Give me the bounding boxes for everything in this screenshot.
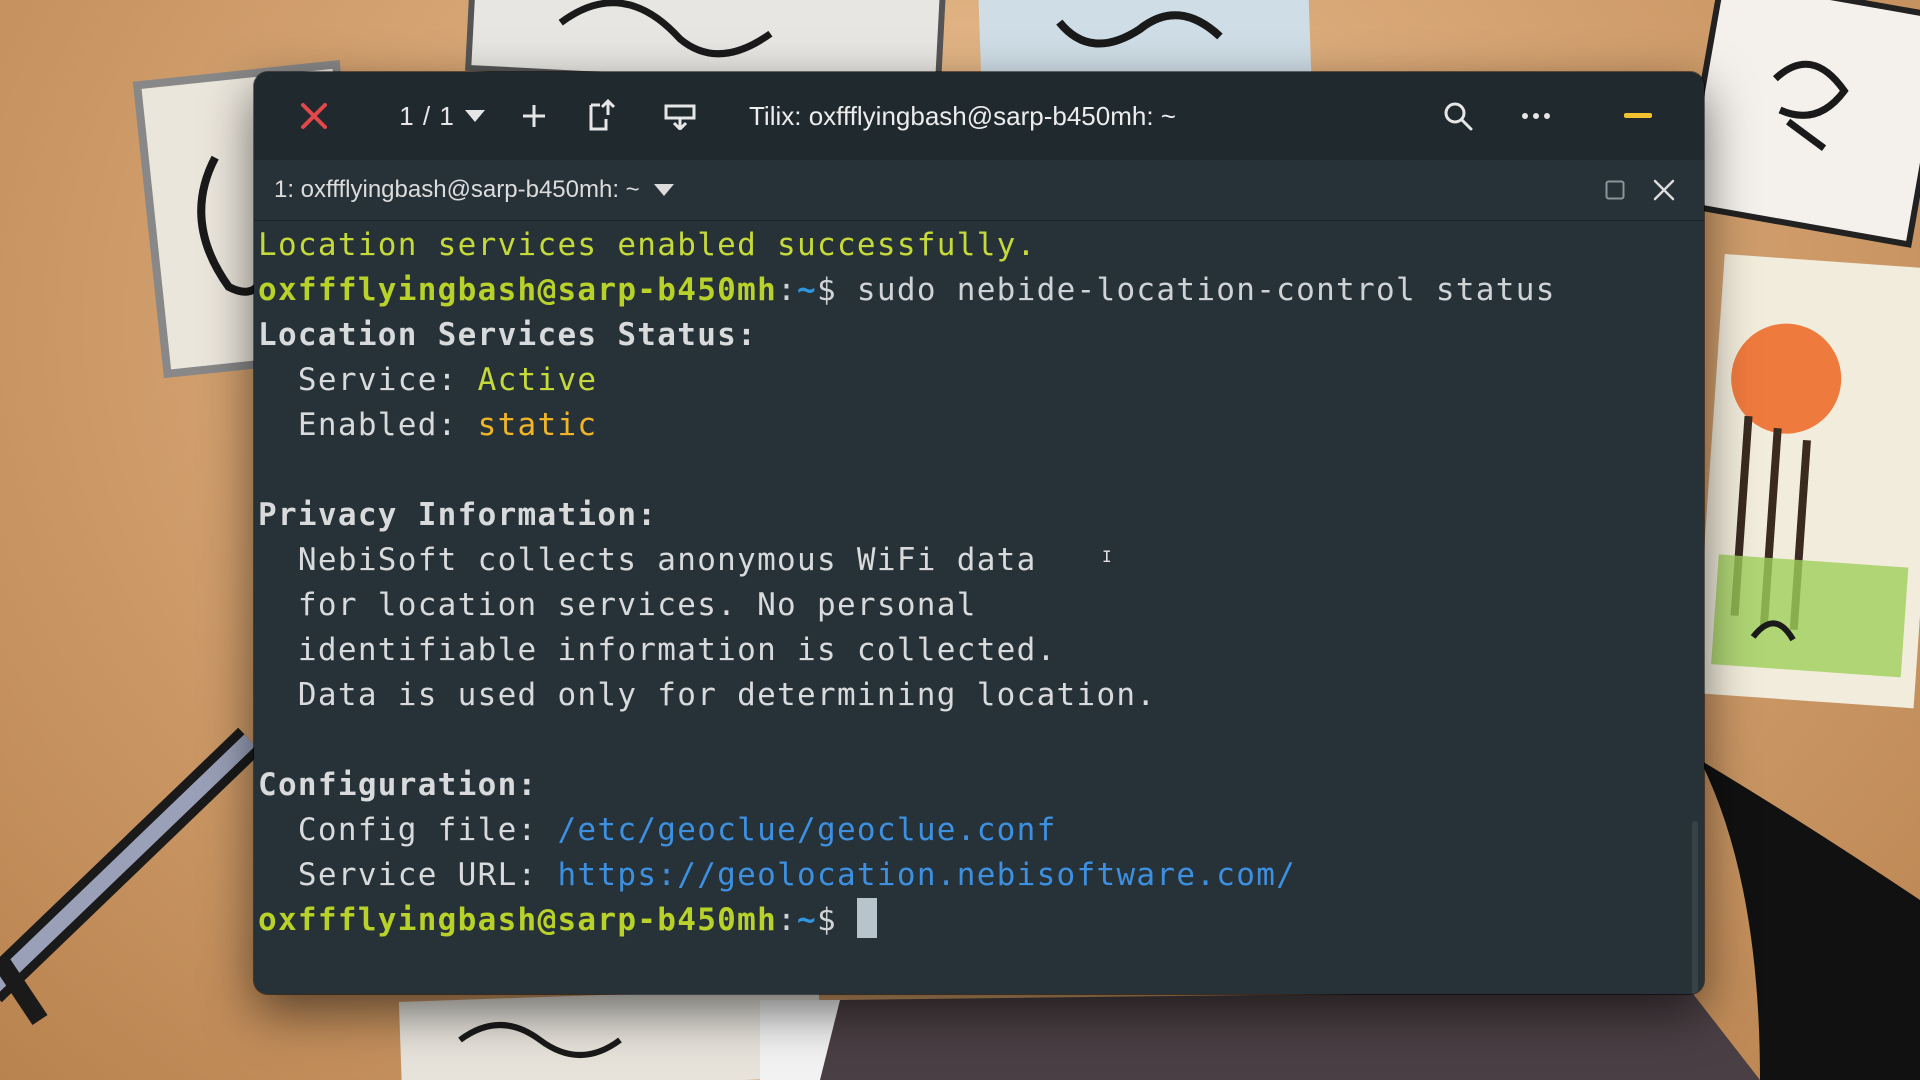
config-file-label: Config file: xyxy=(258,812,558,848)
minimize-icon xyxy=(1624,113,1652,118)
config-heading: Configuration: xyxy=(258,767,538,803)
success-line: Location services enabled successfully. xyxy=(258,227,1037,263)
split-vertical-button[interactable] xyxy=(656,94,704,138)
privacy-line-3: identifiable information is collected. xyxy=(258,632,1057,668)
minimize-button[interactable] xyxy=(1616,94,1660,138)
split-horizontal-icon xyxy=(589,99,616,131)
enabled-label: Enabled: xyxy=(258,407,478,443)
prompt-separator: : xyxy=(777,902,798,938)
plus-icon xyxy=(523,105,545,127)
more-icon xyxy=(1522,113,1550,119)
terminal-output[interactable]: Location services enabled successfully. … xyxy=(254,221,1704,994)
split-vertical-icon xyxy=(664,104,696,130)
service-url-label: Service URL: xyxy=(258,857,558,893)
enabled-value: static xyxy=(477,407,598,443)
config-file-link[interactable]: /etc/geoclue/geoclue.conf xyxy=(557,812,1056,848)
enabled-line: Enabled: static xyxy=(258,403,597,448)
privacy-heading: Privacy Information: xyxy=(258,497,658,533)
maximize-terminal-button[interactable] xyxy=(1600,174,1630,206)
active-prompt-line[interactable]: oxffflyingbash@sarp-b450mh:~$ xyxy=(258,898,877,943)
maximize-icon xyxy=(1605,180,1625,200)
terminal-title-button[interactable]: 1: oxffflyingbash@sarp-b450mh: ~ xyxy=(274,170,674,210)
command-line: oxffflyingbash@sarp-b450mh:~$ sudo nebid… xyxy=(258,268,1556,313)
close-icon xyxy=(301,103,327,129)
privacy-line-2: for location services. No personal xyxy=(258,587,977,623)
prompt-path: ~ xyxy=(797,902,817,938)
terminal-title-bar: 1: oxffflyingbash@sarp-b450mh: ~ xyxy=(254,160,1704,221)
search-button[interactable] xyxy=(1436,94,1480,138)
close-terminal-button[interactable] xyxy=(1646,172,1682,208)
prompt-separator: : xyxy=(777,272,798,308)
prompt-user: oxffflyingbash@sarp-b450mh xyxy=(258,902,778,938)
service-line: Service: Active xyxy=(258,358,597,403)
privacy-line-4: Data is used only for determining locati… xyxy=(258,677,1157,713)
prompt-symbol: $ xyxy=(817,902,837,938)
config-file-line: Config file: /etc/geoclue/geoclue.conf xyxy=(258,808,1057,853)
service-url-line: Service URL: https://geolocation.nebisof… xyxy=(258,853,1296,898)
window-title: Tilix: oxffflyingbash@sarp-b450mh: ~ xyxy=(749,101,1176,131)
mouse-ibeam-icon: I xyxy=(1102,547,1112,566)
search-icon xyxy=(1444,102,1473,131)
chevron-down-icon xyxy=(464,110,485,122)
scrollbar[interactable] xyxy=(1692,821,1698,994)
chevron-down-icon xyxy=(653,184,674,196)
header-bar: 1 / 1 Tilix: oxffflyingbash@sarp-b450mh:… xyxy=(254,72,1704,161)
privacy-line-1: NebiSoft collects anonymous WiFi data xyxy=(258,542,1037,578)
more-options-button[interactable] xyxy=(1514,94,1558,138)
tilix-window: 1 / 1 Tilix: oxffflyingbash@sarp-b450mh:… xyxy=(254,72,1704,994)
prompt-path: ~ xyxy=(797,272,817,308)
prompt-symbol: $ xyxy=(817,272,837,308)
command-text: sudo nebide-location-control status xyxy=(836,272,1556,308)
service-url-link[interactable]: https://geolocation.nebisoftware.com/ xyxy=(557,857,1296,893)
terminal-title: 1: oxffflyingbash@sarp-b450mh: ~ xyxy=(274,176,640,203)
close-icon xyxy=(1653,179,1675,201)
session-switcher-button[interactable]: 1 / 1 xyxy=(394,96,490,136)
session-count: 1 / 1 xyxy=(399,100,455,131)
service-value: Active xyxy=(477,362,598,398)
split-horizontal-button[interactable] xyxy=(578,94,626,138)
status-heading: Location Services Status: xyxy=(258,317,758,353)
close-window-button[interactable] xyxy=(294,96,334,136)
service-label: Service: xyxy=(258,362,478,398)
prompt-user: oxffflyingbash@sarp-b450mh xyxy=(258,272,778,308)
add-terminal-button[interactable] xyxy=(510,96,558,136)
text-cursor xyxy=(856,898,877,938)
